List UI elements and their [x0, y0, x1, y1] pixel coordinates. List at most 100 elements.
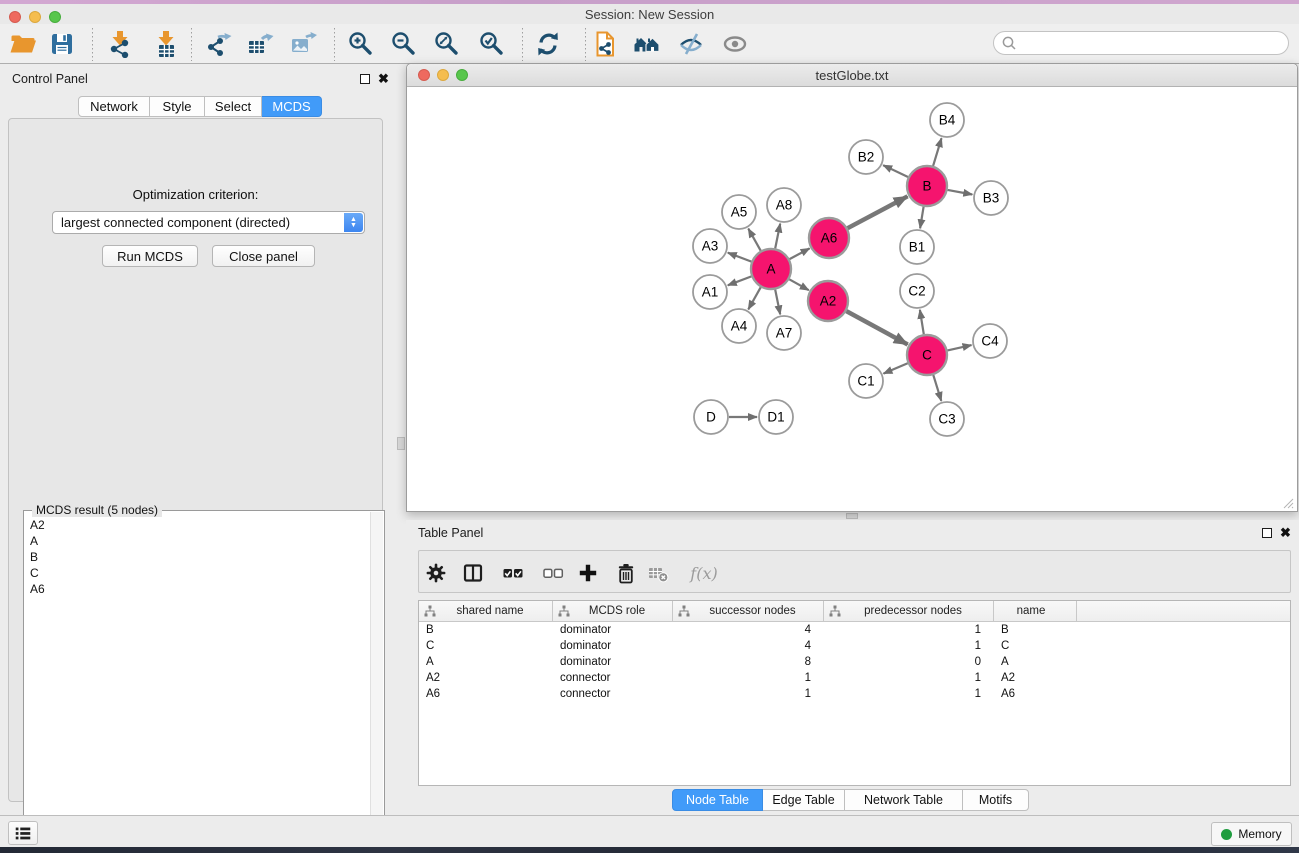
mcds-result-item[interactable]: C [26, 565, 369, 581]
node-A6[interactable]: A6 [809, 218, 849, 258]
network-file-button[interactable] [587, 29, 623, 59]
edge-A-A5[interactable] [748, 229, 760, 251]
node-A4[interactable]: A4 [722, 309, 756, 343]
edge-B-B1[interactable] [920, 207, 924, 229]
vertical-split-grabber[interactable] [397, 437, 405, 450]
mcds-result-list[interactable]: A2ABCA6 [26, 517, 369, 850]
tab-mcds[interactable]: MCDS [262, 96, 322, 117]
edge-A-A2[interactable] [789, 279, 809, 290]
edge-B-B2[interactable] [883, 165, 908, 177]
mcds-result-item[interactable]: A6 [26, 581, 369, 597]
node-B1[interactable]: B1 [900, 230, 934, 264]
mcds-result-item[interactable]: A2 [26, 517, 369, 533]
edge-A-A7[interactable] [775, 290, 780, 315]
edge-A2-C[interactable] [846, 311, 907, 344]
import-network-button[interactable] [102, 29, 138, 59]
mcds-result-item[interactable]: A [26, 533, 369, 549]
node-A3[interactable]: A3 [693, 229, 727, 263]
hide-visibility-button[interactable] [673, 29, 709, 59]
float-panel-icon[interactable] [360, 74, 370, 84]
edge-A6-B[interactable] [848, 196, 908, 228]
column-header-successor-nodes[interactable]: successor nodes [673, 601, 824, 621]
network-window-titlebar[interactable]: testGlobe.txt [407, 64, 1297, 87]
node-A1[interactable]: A1 [693, 275, 727, 309]
table-row[interactable]: A2connector11A2 [419, 670, 1290, 686]
tab-network[interactable]: Network [78, 96, 150, 117]
edge-A-A4[interactable] [748, 287, 760, 309]
node-D1[interactable]: D1 [759, 400, 793, 434]
tab-style[interactable]: Style [150, 96, 205, 117]
node-A[interactable]: A [751, 249, 791, 289]
search-field[interactable] [993, 31, 1289, 55]
node-B[interactable]: B [907, 166, 947, 206]
node-C2[interactable]: C2 [900, 274, 934, 308]
tab-select[interactable]: Select [205, 96, 262, 117]
zoom-fit-button[interactable] [429, 29, 465, 59]
edge-A-A8[interactable] [775, 224, 780, 249]
float-table-panel-icon[interactable] [1262, 528, 1272, 538]
open-session-button[interactable] [5, 29, 41, 59]
node-A7[interactable]: A7 [767, 316, 801, 350]
resize-grip-icon[interactable] [1281, 496, 1294, 509]
node-B2[interactable]: B2 [849, 140, 883, 174]
node-C4[interactable]: C4 [973, 324, 1007, 358]
mcds-result-item[interactable]: B [26, 549, 369, 565]
tab-node-table[interactable]: Node Table [672, 789, 763, 811]
export-network-button[interactable] [200, 29, 236, 59]
delete-column-button[interactable] [613, 560, 639, 586]
edge-A-A3[interactable] [728, 253, 752, 262]
network-canvas[interactable]: B4B2BB3A8A5A6A3B1AA1C2A2A4A7C4CC1DD1C3 [408, 88, 1296, 511]
home-button[interactable] [629, 29, 665, 59]
optimization-criterion-select[interactable]: largest connected component (directed) ▲… [52, 211, 365, 234]
edge-C-C4[interactable] [948, 345, 972, 350]
node-C3[interactable]: C3 [930, 402, 964, 436]
column-header-predecessor-nodes[interactable]: predecessor nodes [824, 601, 994, 621]
edge-A-A6[interactable] [790, 248, 810, 259]
fx-button[interactable]: f(x) [691, 560, 717, 586]
edge-B-B4[interactable] [933, 138, 941, 166]
node-A2[interactable]: A2 [808, 281, 848, 321]
select-all-button[interactable] [500, 560, 526, 586]
close-panel-button[interactable]: Close panel [212, 245, 315, 267]
zoom-out-button[interactable] [386, 29, 422, 59]
export-image-button[interactable] [285, 29, 321, 59]
edge-A-A1[interactable] [728, 276, 752, 285]
zoom-in-button[interactable] [343, 29, 379, 59]
add-column-button[interactable] [575, 560, 601, 586]
node-C1[interactable]: C1 [849, 364, 883, 398]
mcds-result-scrollbar[interactable] [370, 512, 383, 851]
table-row[interactable]: Cdominator41C [419, 638, 1290, 654]
column-header-shared-name[interactable]: shared name [419, 601, 553, 621]
deselect-all-button[interactable] [540, 560, 566, 586]
edge-C-C3[interactable] [933, 375, 941, 401]
refresh-layout-button[interactable] [530, 29, 566, 59]
node-A5[interactable]: A5 [722, 195, 756, 229]
close-panel-icon[interactable]: ✖ [378, 73, 389, 84]
table-row[interactable]: A6connector11A6 [419, 686, 1290, 702]
edge-C-C1[interactable] [884, 363, 908, 373]
columns-button[interactable] [460, 560, 486, 586]
horizontal-split-grabber[interactable] [846, 513, 858, 519]
node-B3[interactable]: B3 [974, 181, 1008, 215]
delete-table-button[interactable] [645, 560, 671, 586]
tab-motifs[interactable]: Motifs [963, 789, 1029, 811]
tab-network-table[interactable]: Network Table [845, 789, 963, 811]
memory-button[interactable]: Memory [1211, 822, 1292, 846]
run-mcds-button[interactable]: Run MCDS [102, 245, 198, 267]
import-table-button[interactable] [148, 29, 184, 59]
tab-edge-table[interactable]: Edge Table [763, 789, 845, 811]
node-D[interactable]: D [694, 400, 728, 434]
zoom-selected-button[interactable] [474, 29, 510, 59]
table-row[interactable]: Bdominator41B [419, 622, 1290, 638]
close-table-panel-icon[interactable]: ✖ [1280, 527, 1291, 538]
column-header-name[interactable]: name [994, 601, 1077, 621]
edge-C-C2[interactable] [920, 310, 924, 335]
save-session-button[interactable] [44, 29, 80, 59]
table-row[interactable]: Adominator80A [419, 654, 1290, 670]
search-input[interactable] [1018, 36, 1288, 50]
task-history-button[interactable] [8, 821, 38, 845]
node-C[interactable]: C [907, 335, 947, 375]
column-header-MCDS-role[interactable]: MCDS role [553, 601, 673, 621]
node-B4[interactable]: B4 [930, 103, 964, 137]
export-table-button[interactable] [242, 29, 278, 59]
